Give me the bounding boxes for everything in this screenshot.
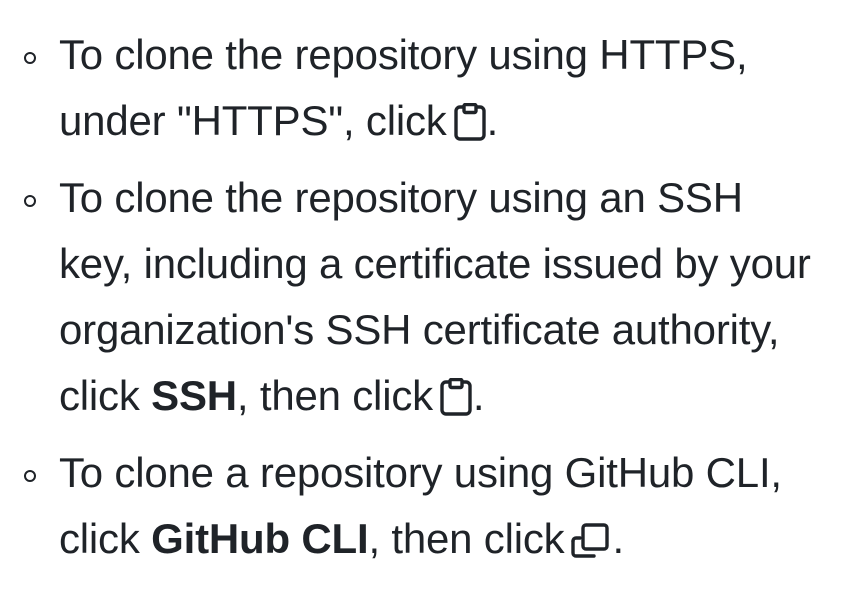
ssh-label: SSH [151,372,237,419]
copy-icon [570,521,612,559]
bullet-circle [24,470,36,482]
item-line: click SSH, then click. [59,372,485,419]
github-cli-label: GitHub CLI [151,515,369,562]
bullet-circle [24,52,36,64]
item-line: To clone the repository using HTTPS, [59,31,748,78]
item-line: To clone the repository using an SSH [59,174,743,221]
list-item-ssh: To clone the repository using an SSH key… [0,165,850,429]
instruction-list: To clone the repository using HTTPS, und… [0,22,850,583]
item-line: key, including a certificate issued by y… [59,240,811,287]
item-line: organization's SSH certificate authority… [59,306,780,353]
list-item-github-cli: To clone a repository using GitHub CLI, … [0,440,850,572]
clipboard-icon [453,103,487,141]
bullet-circle [24,195,36,207]
clipboard-icon [439,378,473,416]
list-item-https: To clone the repository using HTTPS, und… [0,22,850,154]
item-line: under "HTTPS", click. [59,97,499,144]
item-line: To clone a repository using GitHub CLI, [59,449,782,496]
item-line: click GitHub CLI, then click. [59,515,624,562]
